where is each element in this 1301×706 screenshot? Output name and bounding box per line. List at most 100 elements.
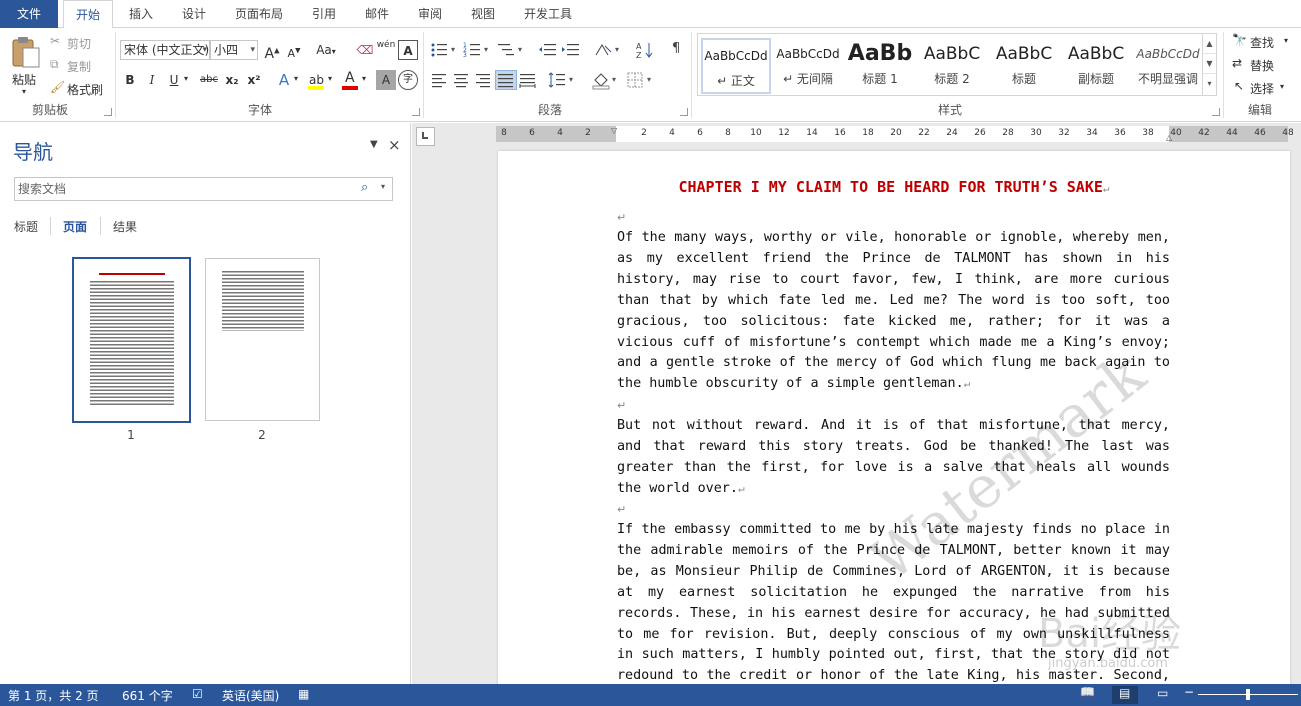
align-right-button[interactable] — [474, 70, 496, 90]
borders-button[interactable]: ▾ — [626, 70, 656, 90]
underline-button[interactable]: U — [164, 70, 184, 90]
style-heading-2[interactable]: AaBbC 标题 2 — [917, 38, 987, 94]
chevron-down-icon[interactable]: ▾ — [362, 74, 366, 83]
dialog-launcher-icon[interactable] — [1212, 108, 1220, 116]
chevron-down-icon[interactable]: ▾ — [184, 74, 188, 83]
strikethrough-button[interactable]: abc — [196, 70, 222, 90]
clear-formatting-button[interactable]: ⌫ — [355, 40, 375, 60]
copy-button[interactable]: ⧉ 复制 — [50, 57, 100, 75]
style-no-spacing[interactable]: AaBbCcDd ↵ 无间隔 — [773, 38, 843, 94]
page-thumbnail[interactable] — [205, 258, 320, 421]
tab-references[interactable]: 引用 — [302, 0, 346, 28]
book-icon: 📖 — [1080, 685, 1095, 699]
macro-record-icon[interactable]: ▦ — [298, 687, 309, 701]
dialog-launcher-icon[interactable] — [412, 108, 420, 116]
horizontal-ruler[interactable]: 8 6 4 2 2 4 6 8 10 12 14 16 18 20 22 24 26 28 30 32 34 36… — [496, 126, 1294, 142]
chevron-up-icon[interactable]: ▲ — [1203, 34, 1216, 54]
font-size-select[interactable]: 小四 ▾ — [210, 40, 258, 60]
style-normal[interactable]: AaBbCcDd ↵ 正文 — [701, 38, 771, 94]
style-heading-1[interactable]: AaBb 标题 1 — [845, 38, 915, 94]
clipboard-icon — [12, 37, 40, 68]
chevron-down-icon[interactable]: ▾ — [328, 74, 332, 83]
search-input[interactable] — [15, 178, 345, 200]
enclose-characters-button[interactable]: 字 — [398, 70, 418, 90]
read-mode-button[interactable]: 📖 — [1074, 685, 1100, 704]
chevron-down-icon[interactable]: ▼ — [1203, 54, 1216, 74]
grow-font-button[interactable]: A▲ — [262, 40, 282, 62]
asian-layout-button[interactable]: ▾ — [593, 40, 623, 60]
character-border-button[interactable]: A — [398, 40, 418, 60]
shading-button[interactable]: ▾ — [591, 70, 621, 90]
phonetic-guide-button[interactable]: wén — [376, 40, 396, 60]
first-line-indent-icon[interactable]: ▽ — [611, 126, 617, 135]
proofing-icon[interactable]: ☑ — [192, 687, 203, 701]
change-case-button[interactable]: Aa▾ — [312, 40, 340, 60]
page-count[interactable]: 第 1 页，共 2 页 — [8, 687, 99, 704]
font-color-button[interactable]: A — [340, 70, 360, 90]
zoom-slider-thumb[interactable] — [1246, 689, 1250, 700]
paste-button[interactable]: 粘贴 ▾ — [8, 33, 44, 96]
more-styles-icon[interactable]: ▾ — [1203, 74, 1216, 94]
nav-tab-results[interactable]: 结果 — [113, 218, 137, 235]
tab-home[interactable]: 开始 — [63, 0, 113, 29]
cut-button[interactable]: ✂ 剪切 — [50, 34, 100, 52]
tab-developer[interactable]: 开发工具 — [515, 0, 581, 28]
dialog-launcher-icon[interactable] — [680, 108, 688, 116]
search-icon[interactable]: ⌕ — [361, 180, 368, 195]
page-thumbnail[interactable] — [72, 257, 191, 423]
tab-selector[interactable] — [416, 127, 435, 146]
replace-button[interactable]: ⇄ 替换 — [1232, 56, 1294, 74]
subscript-button[interactable]: x₂ — [222, 70, 242, 90]
language-indicator[interactable]: 英语(美国) — [222, 687, 279, 704]
text-effects-button[interactable]: A — [274, 70, 294, 90]
document-page[interactable]: CHAPTER I MY CLAIM TO BE HEARD FOR TRUTH… — [498, 151, 1290, 691]
tab-file[interactable]: 文件 — [0, 0, 58, 28]
bold-button[interactable]: B — [120, 70, 140, 90]
tab-mailings[interactable]: 邮件 — [355, 0, 399, 28]
close-icon[interactable]: × — [388, 136, 401, 154]
chevron-down-icon[interactable]: ▾ — [294, 74, 298, 83]
line-spacing-button[interactable]: ▾ — [548, 70, 578, 90]
align-center-button[interactable] — [452, 70, 474, 90]
numbering-button[interactable]: 1 2 3 ▾ — [463, 40, 488, 60]
chevron-down-icon[interactable]: ▾ — [381, 182, 385, 191]
italic-button[interactable]: I — [142, 70, 162, 90]
style-subtle-emphasis[interactable]: AaBbCcDd 不明显强调 — [1133, 38, 1203, 94]
tab-review[interactable]: 审阅 — [408, 0, 452, 28]
tab-insert[interactable]: 插入 — [118, 0, 164, 28]
nav-tab-pages[interactable]: 页面 — [63, 218, 87, 235]
character-border-icon: A — [403, 44, 413, 58]
character-shading-button[interactable]: A — [376, 70, 396, 90]
tab-view[interactable]: 视图 — [461, 0, 505, 28]
superscript-button[interactable]: x² — [244, 70, 264, 90]
format-painter-button[interactable]: 🖌 格式刷 — [50, 80, 106, 98]
select-button[interactable]: ↖ 选择 ▾ — [1232, 79, 1294, 97]
right-indent-icon[interactable]: △ — [1166, 133, 1172, 142]
paint-bucket-icon: ▾ — [592, 73, 616, 90]
distributed-button[interactable] — [518, 70, 540, 90]
justify-button[interactable] — [495, 70, 517, 90]
tab-layout[interactable]: 页面布局 — [226, 0, 292, 28]
style-subtitle[interactable]: AaBbC 副标题 — [1061, 38, 1131, 94]
show-marks-button[interactable]: ¶ — [667, 40, 689, 60]
dialog-launcher-icon[interactable] — [104, 108, 112, 116]
increase-indent-button[interactable] — [561, 40, 583, 60]
print-layout-button[interactable]: ▤ — [1112, 686, 1138, 704]
align-left-button[interactable] — [430, 70, 452, 90]
find-button[interactable]: 🔭 查找 ▾ — [1232, 33, 1294, 51]
multilevel-list-button[interactable]: ▾ — [497, 40, 522, 60]
tab-design[interactable]: 设计 — [171, 0, 217, 28]
highlight-button[interactable]: ab — [306, 70, 326, 90]
decrease-indent-button[interactable] — [538, 40, 560, 60]
style-title[interactable]: AaBbC 标题 — [989, 38, 1059, 94]
sort-button[interactable]: AZ — [635, 40, 657, 60]
shrink-font-button[interactable]: A▼ — [284, 40, 304, 60]
word-count[interactable]: 661 个字 — [122, 687, 173, 704]
ruler-number: 32 — [1058, 128, 1070, 138]
chevron-down-icon[interactable]: ▼ — [370, 139, 378, 150]
bullets-button[interactable]: ▾ — [430, 40, 455, 60]
web-layout-button[interactable]: ▭ — [1150, 686, 1176, 704]
font-name-select[interactable]: 宋体 (中文正文) ▾ — [120, 40, 210, 60]
zoom-out-icon[interactable]: − — [1184, 685, 1194, 699]
nav-tab-headings[interactable]: 标题 — [14, 218, 38, 235]
